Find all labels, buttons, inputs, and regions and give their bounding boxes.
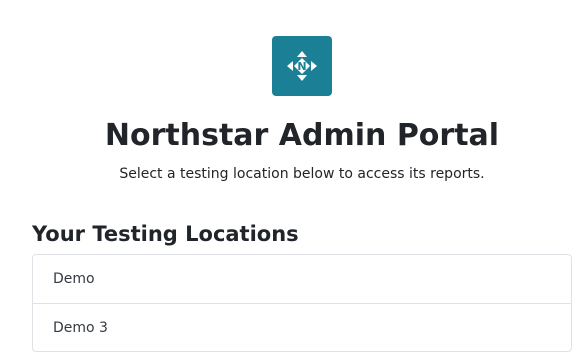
logo: N bbox=[272, 36, 332, 96]
logo-letter: N bbox=[297, 60, 306, 73]
location-list: Demo Demo 3 bbox=[32, 254, 572, 352]
locations-heading: Your Testing Locations bbox=[32, 222, 299, 246]
page-title: Northstar Admin Portal bbox=[104, 118, 500, 153]
location-item-label: Demo bbox=[53, 271, 95, 287]
location-item-demo-3[interactable]: Demo 3 bbox=[33, 303, 571, 351]
page-subtitle: Select a testing location below to acces… bbox=[119, 166, 485, 182]
location-item-demo[interactable]: Demo bbox=[33, 255, 571, 303]
location-item-label: Demo 3 bbox=[53, 319, 108, 336]
compass-n-icon: N bbox=[287, 51, 317, 81]
